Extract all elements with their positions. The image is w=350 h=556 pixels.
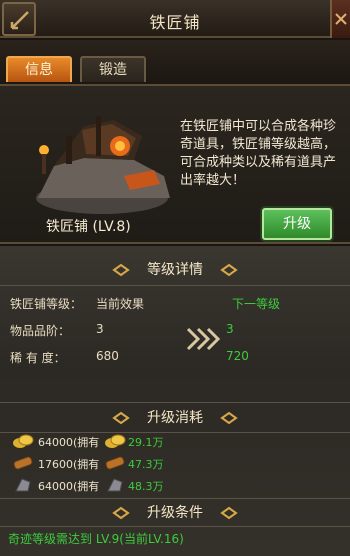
rarity-next: 720 <box>226 349 249 363</box>
blacksmith-forge-icon <box>36 116 170 214</box>
building-info-panel: 铁匠铺 (LV.8) 在铁匠铺中可以合成各种珍奇道具，铁匠铺等级越高，可合成种类… <box>0 84 350 244</box>
rarity-current: 680 <box>96 349 119 363</box>
cost-row-wood: 17600(拥有 47.3万 <box>12 452 212 474</box>
ornament-right-icon <box>220 263 238 277</box>
close-icon <box>335 13 347 25</box>
tab-forge[interactable]: 锻造 <box>80 56 146 82</box>
iron-ore-icon <box>107 478 123 492</box>
level-label: 铁匠铺等级： <box>10 297 83 311</box>
tab-info[interactable]: 信息 <box>6 56 72 82</box>
building-name: 铁匠铺 (LV.8) <box>46 219 131 235</box>
tab-bar: 信息 锻造 <box>0 40 350 84</box>
wood-log-icon <box>105 456 125 470</box>
wood-required: 47.3万 <box>128 458 164 471</box>
cost-row-iron: 64000(拥有 48.3万 <box>12 474 212 496</box>
upgrade-cost-title: 升级消耗 <box>147 410 203 426</box>
ornament-left-icon <box>112 263 130 277</box>
divider <box>0 402 350 403</box>
gold-owned: 64000(拥有 <box>38 436 100 449</box>
gold-coin-icon <box>105 434 126 448</box>
upgrade-conditions-title: 升级条件 <box>147 505 203 521</box>
level-details-header: 等级详情 <box>0 256 350 284</box>
gold-required: 29.1万 <box>128 436 164 449</box>
wood-owned: 17600(拥有 <box>38 458 100 471</box>
level-details-title: 等级详情 <box>147 262 203 278</box>
upgrade-arrow-icon <box>186 327 220 351</box>
current-effect-label: 当前效果 <box>96 297 145 311</box>
building-description: 在铁匠铺中可以合成各种珍奇道具，铁匠铺等级越高，可合成种类以及稀有道具产出率越大… <box>180 119 337 188</box>
ornament-right-icon <box>220 411 238 425</box>
item-grade-next: 3 <box>226 322 234 336</box>
rarity-label: 稀 有 度： <box>10 351 66 365</box>
title-bar: 铁匠铺 <box>0 0 350 38</box>
iron-required: 48.3万 <box>128 480 164 493</box>
upgrade-cost-header: 升级消耗 <box>0 404 350 432</box>
ornament-right-icon <box>220 506 238 520</box>
divider <box>0 526 350 527</box>
item-grade-label: 物品品阶： <box>10 324 71 338</box>
item-grade-current: 3 <box>96 322 104 336</box>
close-button[interactable] <box>330 0 350 38</box>
ornament-left-icon <box>112 411 130 425</box>
upgrade-button[interactable]: 升级 <box>262 208 332 240</box>
divider <box>0 285 350 286</box>
next-level-label: 下一等级 <box>232 297 281 311</box>
page-title: 铁匠铺 <box>149 13 201 32</box>
cost-row-gold: 64000(拥有 29.1万 <box>12 430 212 452</box>
iron-ore-icon <box>15 478 31 492</box>
wood-log-icon <box>13 456 33 470</box>
iron-owned: 64000(拥有 <box>38 480 100 493</box>
condition-text: 奇迹等级需达到 LV.9(当前LV.16) <box>8 532 184 546</box>
ornament-left-icon <box>112 506 130 520</box>
gold-coin-icon <box>13 434 34 448</box>
upgrade-conditions-header: 升级条件 <box>0 499 350 527</box>
